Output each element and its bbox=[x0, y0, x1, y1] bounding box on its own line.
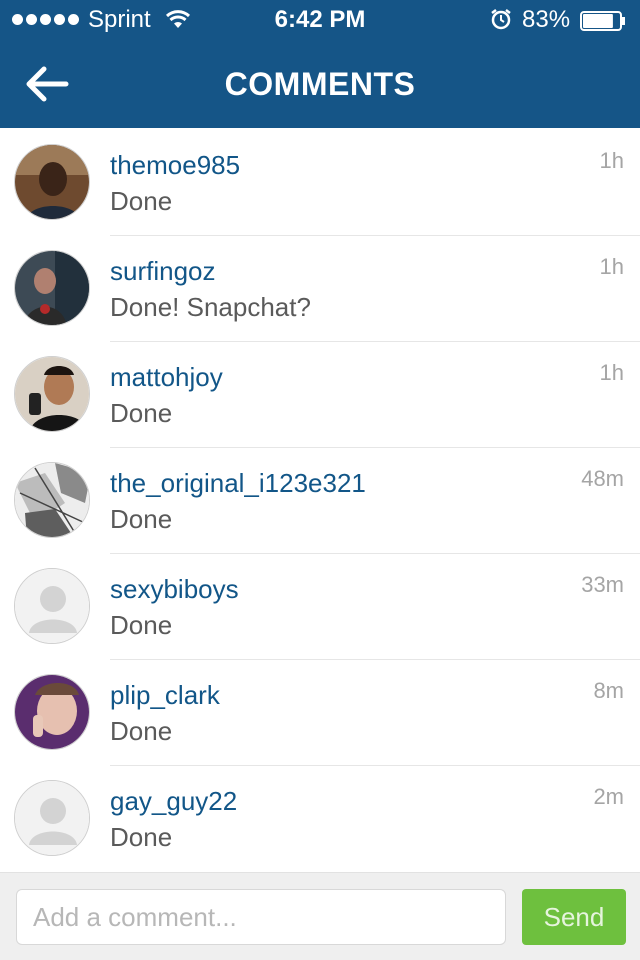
comment-text: Done bbox=[110, 610, 173, 640]
avatar[interactable] bbox=[14, 462, 90, 538]
comment-username[interactable]: gay_guy22 bbox=[110, 786, 237, 817]
comment-text: Done bbox=[110, 504, 173, 534]
comment-row: the_original_i123e321 Done 48m bbox=[0, 448, 640, 554]
default-avatar-icon[interactable] bbox=[14, 568, 90, 644]
avatar[interactable] bbox=[14, 356, 90, 432]
comment-time: 33m bbox=[581, 572, 624, 597]
comment-row: themoe985 Done 1h bbox=[0, 130, 640, 236]
comment-row: mattohjoy Done 1h bbox=[0, 342, 640, 448]
comment-row: surfingoz Done! Snapchat? 1h bbox=[0, 236, 640, 342]
avatar[interactable] bbox=[14, 144, 90, 220]
alarm-icon bbox=[490, 8, 512, 37]
comment-list[interactable]: themoe985 Done 1h surfingoz Done! Snapch… bbox=[0, 130, 640, 872]
avatar[interactable] bbox=[14, 250, 90, 326]
comment-username[interactable]: surfingoz bbox=[110, 256, 216, 287]
comment-time: 2m bbox=[593, 784, 624, 809]
comment-username[interactable]: the_original_i123e321 bbox=[110, 468, 366, 499]
comment-text: Done bbox=[110, 716, 173, 746]
default-avatar-icon[interactable] bbox=[14, 780, 90, 856]
comment-input[interactable] bbox=[16, 889, 506, 945]
comment-time: 1h bbox=[599, 360, 624, 385]
battery-icon bbox=[580, 10, 625, 31]
comment-composer: Send bbox=[0, 872, 640, 960]
comment-username[interactable]: plip_clark bbox=[110, 680, 220, 711]
battery-percent: 83% bbox=[522, 6, 571, 33]
comment-time: 1h bbox=[599, 254, 624, 279]
comment-username[interactable]: sexybiboys bbox=[110, 574, 239, 605]
send-button[interactable]: Send bbox=[522, 889, 626, 945]
comment-time: 8m bbox=[593, 678, 624, 703]
comment-text: Done bbox=[110, 398, 173, 428]
top-bar: Sprint 6:42 PM 83% COMMENTS bbox=[0, 0, 640, 128]
comment-username[interactable]: mattohjoy bbox=[110, 362, 223, 393]
comment-row: gay_guy22 Done 2m bbox=[0, 766, 640, 872]
comment-text: Done! Snapchat? bbox=[110, 292, 311, 322]
comments-screen: Sprint 6:42 PM 83% COMMENTS themoe985 Do… bbox=[0, 0, 640, 960]
comment-text: Done bbox=[110, 186, 173, 216]
status-bar: Sprint 6:42 PM 83% bbox=[0, 0, 640, 40]
navigation-bar: COMMENTS bbox=[0, 40, 640, 128]
comment-row: sexybiboys Done 33m bbox=[0, 554, 640, 660]
comment-username[interactable]: themoe985 bbox=[110, 150, 240, 181]
comment-time: 1h bbox=[599, 148, 624, 173]
comment-time: 48m bbox=[581, 466, 624, 491]
avatar[interactable] bbox=[14, 674, 90, 750]
comment-row: plip_clark Done 8m bbox=[0, 660, 640, 766]
page-title: COMMENTS bbox=[224, 66, 416, 102]
comment-text: Done bbox=[110, 822, 173, 852]
